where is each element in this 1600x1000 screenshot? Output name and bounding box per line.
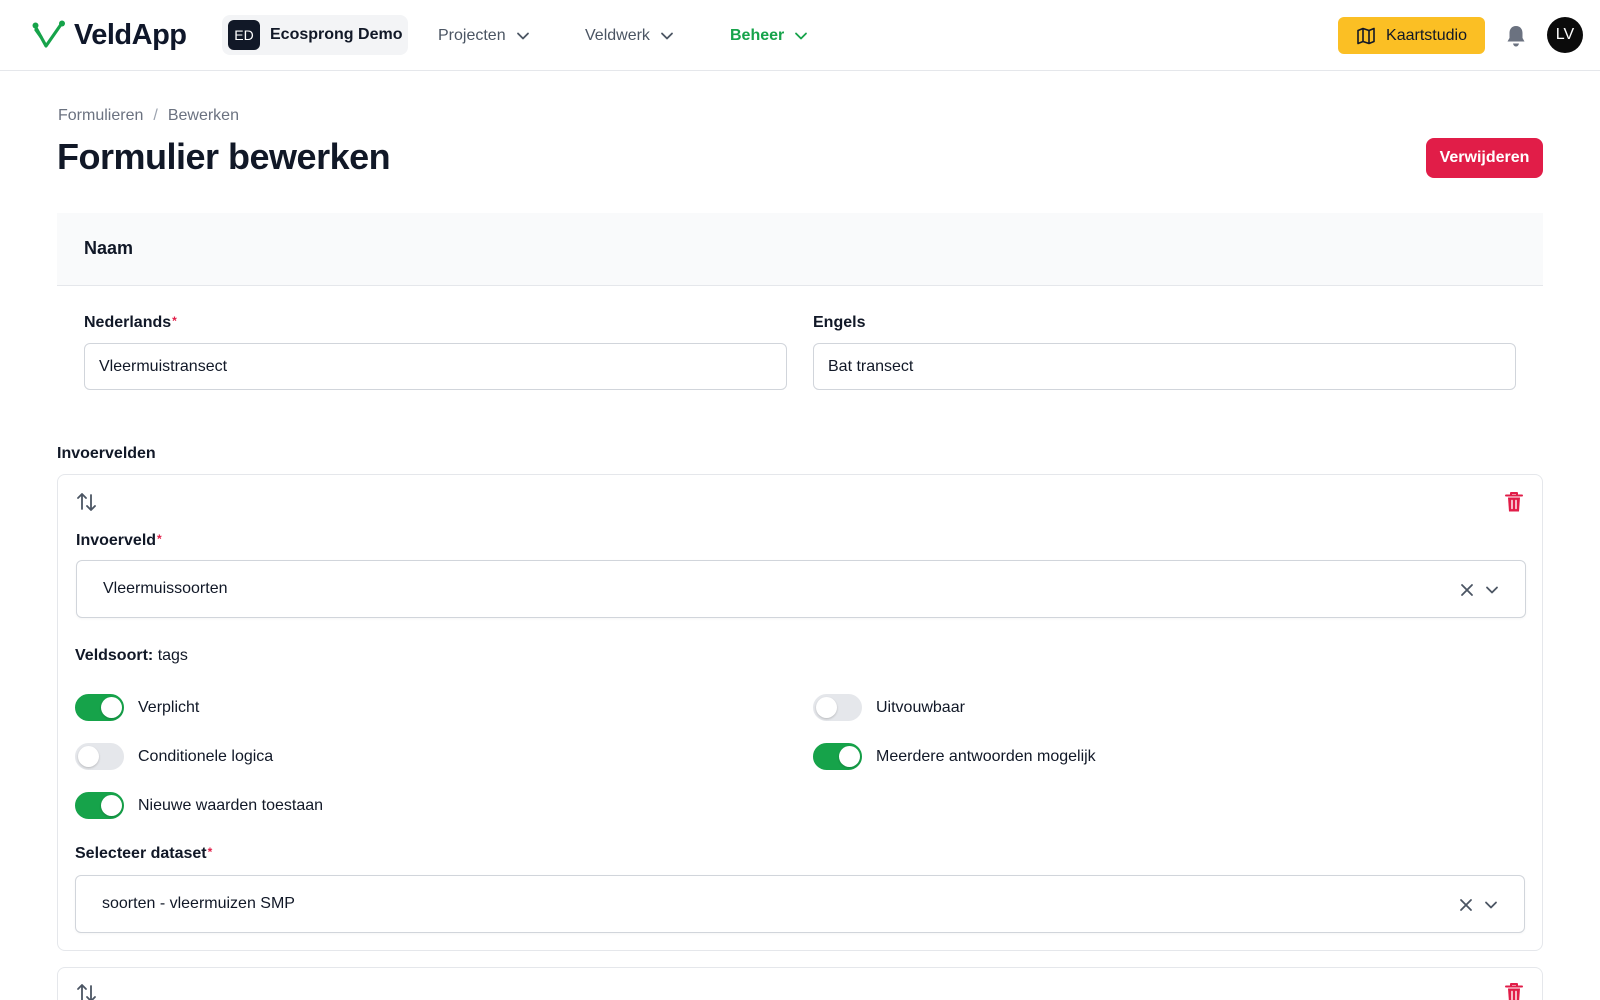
nav-beheer[interactable]: Beheer <box>730 24 808 48</box>
veldsoort-value: tags <box>157 647 188 664</box>
kaartstudio-button[interactable]: Kaartstudio <box>1338 17 1485 54</box>
kaartstudio-label: Kaartstudio <box>1386 26 1467 44</box>
breadcrumb-bewerken: Bewerken <box>167 107 239 124</box>
required-asterisk: * <box>157 532 162 546</box>
toggle-meerdere-antwoorden[interactable]: Meerdere antwoorden mogelijk <box>813 743 1096 770</box>
toggle-label: Meerdere antwoorden mogelijk <box>876 747 1096 765</box>
nederlands-label-text: Nederlands <box>84 314 172 331</box>
input-field-card <box>57 967 1543 1000</box>
engels-name-input[interactable] <box>813 343 1516 390</box>
invoerveld-select[interactable]: Vleermuissoorten <box>76 560 1526 618</box>
toggle-conditionele-logica[interactable]: Conditionele logica <box>75 743 273 770</box>
nederlands-name-input[interactable] <box>84 343 787 390</box>
chevron-down-icon <box>661 32 673 40</box>
nav-label: Beheer <box>730 27 785 44</box>
toggle-nieuwe-waarden[interactable]: Nieuwe waarden toestaan <box>75 792 323 819</box>
dataset-value: soorten - vleermuizen SMP <box>102 895 295 912</box>
dataset-label: Selecteer dataset* <box>75 845 212 863</box>
invoerveld-label-text: Invoerveld <box>76 532 157 549</box>
user-avatar[interactable]: LV <box>1547 17 1583 53</box>
app-name: VeldApp <box>74 18 187 51</box>
veldapp-logo-icon <box>32 20 65 48</box>
invoervelden-label: Invoervelden <box>57 445 156 462</box>
veldsoort-info: Veldsoort: tags <box>75 647 188 665</box>
toggle-label: Verplicht <box>138 698 200 716</box>
trash-icon[interactable] <box>1505 491 1523 513</box>
invoerveld-label: Invoerveld* <box>76 532 162 550</box>
trash-icon[interactable] <box>1505 982 1523 1000</box>
dataset-label-text: Selecteer dataset <box>75 845 207 862</box>
bell-icon[interactable] <box>1505 24 1527 48</box>
engels-label: Engels <box>813 314 866 331</box>
dataset-select[interactable]: soorten - vleermuizen SMP <box>75 875 1525 933</box>
nav-projecten[interactable]: Projecten <box>438 24 530 48</box>
toggle-uitvouwbaar[interactable]: Uitvouwbaar <box>813 694 965 721</box>
map-icon <box>1357 27 1375 44</box>
sort-arrows-icon[interactable] <box>76 491 98 513</box>
chevron-down-icon[interactable] <box>1485 583 1499 597</box>
chevron-down-icon[interactable] <box>1484 898 1498 912</box>
naam-heading: Naam <box>84 238 134 258</box>
toggle-switch[interactable] <box>813 694 862 721</box>
org-badge: ED <box>228 20 260 50</box>
page-title: Formulier bewerken <box>57 136 391 177</box>
nederlands-label: Nederlands* <box>84 314 177 332</box>
chevron-down-icon <box>795 32 808 40</box>
breadcrumb-formulieren[interactable]: Formulieren <box>58 107 143 125</box>
toggle-verplicht[interactable]: Verplicht <box>75 694 199 721</box>
org-name: Ecosprong Demo <box>270 26 403 43</box>
sort-arrows-icon[interactable] <box>76 982 98 1000</box>
close-icon[interactable] <box>1459 582 1475 598</box>
nav-veldwerk[interactable]: Veldwerk <box>585 24 674 48</box>
toggle-switch[interactable] <box>813 743 862 770</box>
close-icon[interactable] <box>1458 897 1474 913</box>
required-asterisk: * <box>207 845 213 859</box>
veldsoort-label: Veldsoort: <box>75 647 154 664</box>
app-logo[interactable]: VeldApp <box>32 19 187 51</box>
toggle-switch[interactable] <box>75 694 124 721</box>
delete-form-button[interactable]: Verwijderen <box>1426 138 1543 178</box>
toggle-label: Nieuwe waarden toestaan <box>138 796 324 814</box>
breadcrumb: Formulieren / Bewerken <box>58 107 239 125</box>
invoerveld-value: Vleermuissoorten <box>103 580 228 597</box>
nav-label: Projecten <box>438 27 506 44</box>
toggle-label: Uitvouwbaar <box>876 698 965 716</box>
toggle-label: Conditionele logica <box>138 747 274 765</box>
toggle-switch[interactable] <box>75 743 124 770</box>
toggle-switch[interactable] <box>75 792 124 819</box>
top-navbar: VeldApp ED Ecosprong Demo Projecten Veld… <box>0 0 1600 71</box>
organization-switcher[interactable]: ED Ecosprong Demo <box>222 15 408 55</box>
breadcrumb-separator: / <box>153 107 158 124</box>
nav-label: Veldwerk <box>585 27 650 44</box>
naam-section-header: Naam <box>57 213 1543 286</box>
required-asterisk: * <box>172 314 177 328</box>
chevron-down-icon <box>516 32 529 40</box>
